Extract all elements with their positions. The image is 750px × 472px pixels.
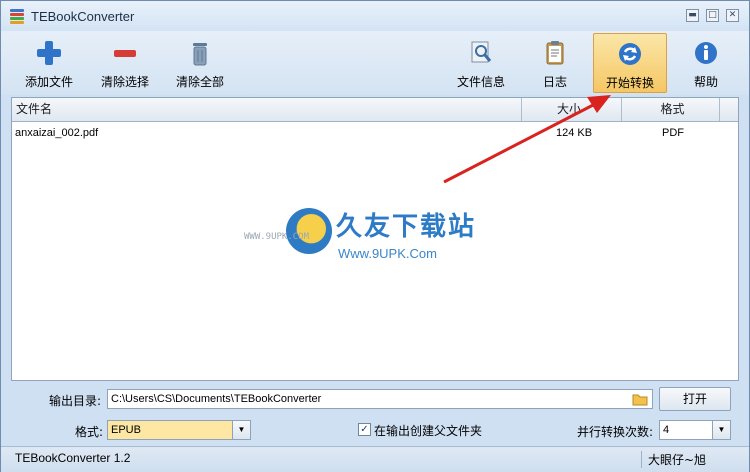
folder-icon[interactable] [632, 391, 648, 413]
format-label: 格式: [75, 425, 104, 439]
parallel-select[interactable]: 4 ▼ [659, 420, 731, 440]
output-dir-label: 输出目录: [49, 394, 102, 408]
create-parent-folder-checkbox[interactable]: ✓ [358, 423, 371, 436]
app-window: TEBookConverter ▬ □ ✕ 添加文件 清除选择 清除全部 文件信… [0, 0, 750, 472]
format-value: EPUB [111, 424, 141, 436]
parallel-label: 并行转换次数: [577, 425, 654, 439]
output-dir-input[interactable]: C:\Users\CS\Documents\TEBookConverter [107, 389, 653, 409]
parallel-value: 4 [663, 424, 670, 436]
create-parent-folder-label: 在输出创建父文件夹 [374, 424, 483, 438]
chevron-down-icon[interactable]: ▼ [712, 421, 730, 439]
status-author: 大眼仔~旭 [641, 451, 706, 468]
status-bar: TEBookConverter 1.2 大眼仔~旭 [1, 446, 749, 472]
open-button[interactable]: 打开 [659, 387, 731, 411]
output-dir-value: C:\Users\CS\Documents\TEBookConverter [111, 393, 322, 405]
status-version: TEBookConverter 1.2 [15, 451, 131, 465]
chevron-down-icon[interactable]: ▼ [232, 421, 250, 439]
format-select[interactable]: EPUB ▼ [107, 420, 251, 440]
